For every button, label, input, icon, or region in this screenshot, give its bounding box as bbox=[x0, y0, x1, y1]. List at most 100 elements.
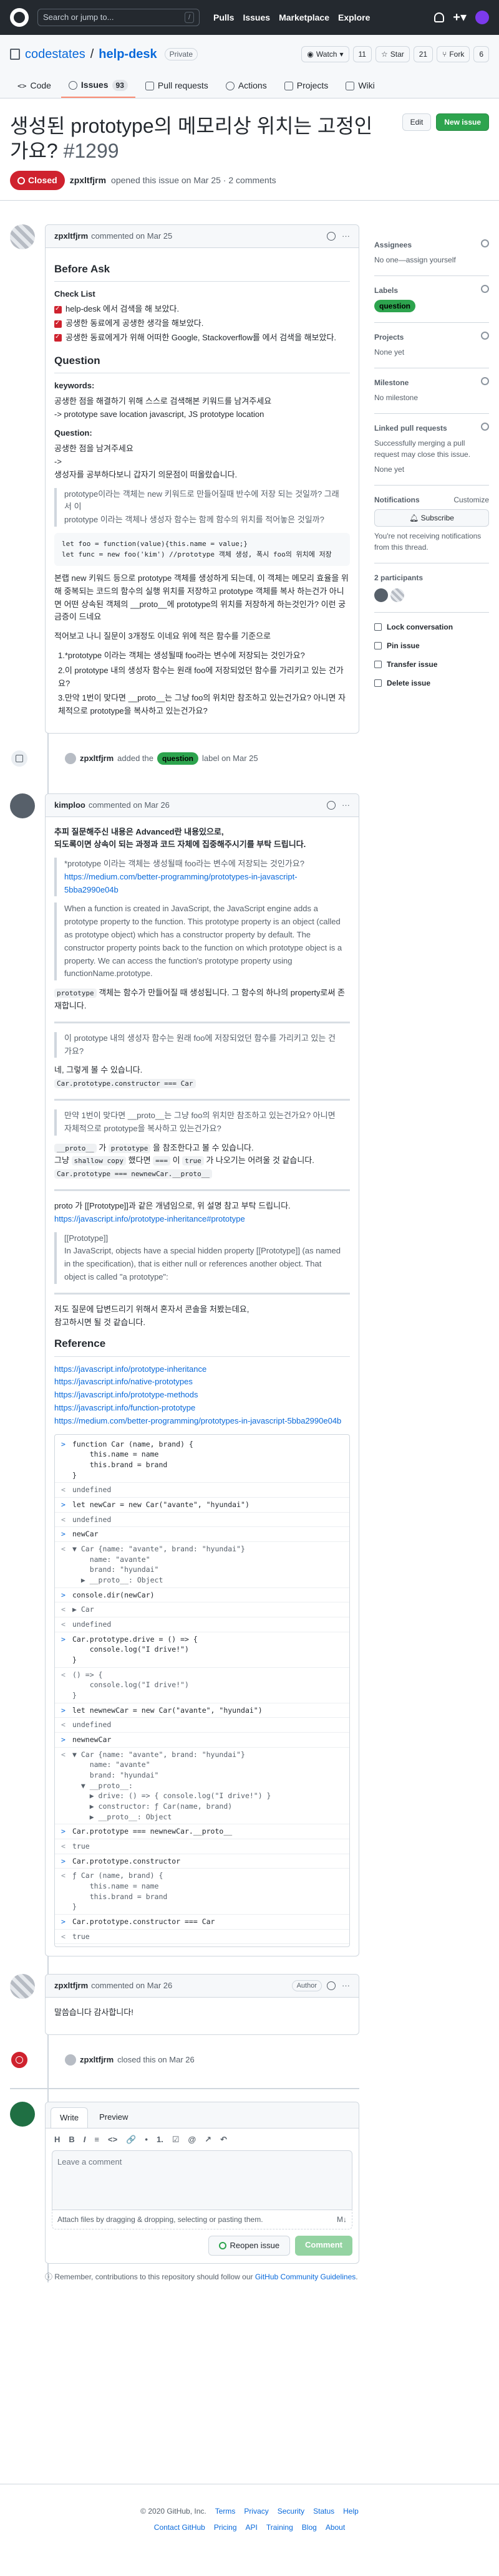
repo-owner-link[interactable]: codestates bbox=[25, 45, 85, 64]
github-logo-icon[interactable] bbox=[10, 8, 29, 27]
participant-avatar[interactable] bbox=[374, 588, 388, 602]
comment-date[interactable]: commented on Mar 25 bbox=[91, 230, 172, 242]
code-icon[interactable]: <> bbox=[108, 2133, 117, 2146]
comment-date[interactable]: commented on Mar 26 bbox=[89, 799, 170, 812]
sidebar-milestone[interactable]: Milestone No milestone bbox=[374, 368, 489, 414]
edit-button[interactable]: Edit bbox=[402, 113, 432, 131]
user-avatar[interactable] bbox=[475, 11, 489, 24]
comment-author[interactable]: kimploo bbox=[54, 799, 85, 812]
pin-issue[interactable]: Pin issue bbox=[374, 636, 489, 655]
footer-link-blog[interactable]: Blog bbox=[302, 2522, 317, 2533]
tab-actions[interactable]: Actions bbox=[218, 74, 274, 98]
footer-link-api[interactable]: API bbox=[246, 2522, 258, 2533]
watch-button[interactable]: ◉ Watch ▾ bbox=[301, 46, 349, 62]
quote-link[interactable]: https://medium.com/better-programming/pr… bbox=[64, 872, 298, 894]
bell-icon[interactable] bbox=[434, 12, 445, 22]
comment-author[interactable]: zpxltfjrm bbox=[54, 230, 88, 242]
comment-date[interactable]: commented on Mar 26 bbox=[91, 1980, 172, 1992]
footer-link-privacy[interactable]: Privacy bbox=[244, 2506, 268, 2517]
tab-preview[interactable]: Preview bbox=[90, 2107, 137, 2128]
customize-link[interactable]: Customize bbox=[453, 494, 489, 505]
transfer-issue[interactable]: Transfer issue bbox=[374, 655, 489, 674]
task-list-icon[interactable]: ☑ bbox=[172, 2133, 180, 2146]
footer-link-terms[interactable]: Terms bbox=[215, 2506, 236, 2517]
gear-icon[interactable] bbox=[481, 285, 489, 293]
star-button[interactable]: ☆ Star bbox=[375, 46, 410, 62]
markdown-icon[interactable]: M↓ bbox=[337, 2214, 347, 2225]
more-options-icon[interactable]: ··· bbox=[342, 230, 350, 242]
avatar[interactable] bbox=[10, 1974, 35, 1999]
emoji-reaction-icon[interactable] bbox=[327, 231, 336, 241]
reference-link[interactable]: https://medium.com/better-programming/pr… bbox=[54, 1416, 341, 1425]
reference-link[interactable]: https://javascript.info/function-prototy… bbox=[54, 1403, 195, 1412]
fork-button[interactable]: ⑂ Fork bbox=[437, 46, 470, 62]
emoji-reaction-icon[interactable] bbox=[327, 800, 336, 810]
plus-icon[interactable]: +▾ bbox=[453, 8, 467, 27]
avatar[interactable] bbox=[65, 753, 76, 764]
reference-link[interactable]: https://javascript.info/prototype-method… bbox=[54, 1390, 198, 1399]
avatar[interactable] bbox=[65, 2054, 76, 2066]
gear-icon[interactable] bbox=[481, 377, 489, 385]
tab-code[interactable]: <> Code bbox=[10, 74, 59, 98]
footer-link-pricing[interactable]: Pricing bbox=[214, 2522, 237, 2533]
gear-icon[interactable] bbox=[481, 423, 489, 431]
bold-icon[interactable]: B bbox=[69, 2133, 74, 2146]
footer-link-about[interactable]: About bbox=[326, 2522, 345, 2533]
nav-pulls[interactable]: Pulls bbox=[213, 11, 234, 24]
comment-textarea[interactable]: Leave a comment bbox=[52, 2150, 352, 2211]
watch-count[interactable]: 11 bbox=[352, 46, 372, 62]
tab-wiki[interactable]: Wiki bbox=[338, 74, 382, 98]
numbered-list-icon[interactable]: 1. bbox=[157, 2133, 163, 2146]
guidelines-link[interactable]: GitHub Community Guidelines bbox=[255, 2272, 356, 2281]
avatar[interactable] bbox=[10, 793, 35, 818]
tab-write[interactable]: Write bbox=[51, 2107, 89, 2128]
new-issue-button[interactable]: New issue bbox=[436, 113, 489, 131]
footer-link-contact[interactable]: Contact GitHub bbox=[154, 2522, 205, 2533]
lock-conversation[interactable]: Lock conversation bbox=[374, 618, 489, 636]
bullet-list-icon[interactable]: • bbox=[145, 2133, 148, 2146]
reopen-issue-button[interactable]: Reopen issue bbox=[208, 2236, 291, 2256]
mention-icon[interactable]: @ bbox=[188, 2133, 196, 2146]
participant-avatar[interactable] bbox=[390, 588, 404, 602]
footer-link-status[interactable]: Status bbox=[313, 2506, 334, 2517]
sidebar-assignees[interactable]: Assignees No one—assign yourself bbox=[374, 231, 489, 276]
tab-issues[interactable]: Issues 93 bbox=[61, 74, 135, 98]
reference-link[interactable]: https://javascript.info/prototype-inheri… bbox=[54, 1364, 206, 1374]
search-input[interactable]: Search or jump to... / bbox=[37, 9, 200, 26]
fork-count[interactable]: 6 bbox=[473, 46, 489, 62]
avatar[interactable] bbox=[10, 224, 35, 249]
reference-icon[interactable]: ↗ bbox=[205, 2133, 211, 2146]
reference-link[interactable]: https://javascript.info/native-prototype… bbox=[54, 1377, 193, 1386]
link-icon[interactable]: 🔗 bbox=[126, 2133, 136, 2146]
assignees-value[interactable]: No one—assign yourself bbox=[374, 254, 489, 266]
footer-link-training[interactable]: Training bbox=[266, 2522, 293, 2533]
comment-button[interactable]: Comment bbox=[295, 2236, 352, 2256]
footer-link-help[interactable]: Help bbox=[343, 2506, 359, 2517]
quote-icon[interactable]: ≡ bbox=[94, 2133, 99, 2146]
more-options-icon[interactable]: ··· bbox=[342, 1980, 350, 1992]
emoji-reaction-icon[interactable] bbox=[327, 1981, 336, 1991]
footer-link-security[interactable]: Security bbox=[278, 2506, 304, 2517]
gear-icon[interactable] bbox=[481, 239, 489, 247]
subscribe-button[interactable]: 🔔︎ Subscribe bbox=[374, 509, 489, 527]
reply-icon[interactable]: ↶ bbox=[220, 2133, 227, 2146]
event-actor[interactable]: zpxltfjrm bbox=[80, 2054, 114, 2066]
delete-issue[interactable]: Delete issue bbox=[374, 674, 489, 692]
label-question[interactable]: question bbox=[374, 300, 415, 312]
nav-issues[interactable]: Issues bbox=[243, 11, 270, 24]
italic-icon[interactable]: I bbox=[84, 2133, 86, 2146]
more-options-icon[interactable]: ··· bbox=[342, 799, 350, 812]
tab-projects[interactable]: Projects bbox=[277, 74, 336, 98]
sidebar-labels[interactable]: Labels question bbox=[374, 276, 489, 323]
sidebar-projects[interactable]: Projects None yet bbox=[374, 323, 489, 368]
repo-name-link[interactable]: help-desk bbox=[99, 45, 157, 64]
nav-explore[interactable]: Explore bbox=[338, 11, 370, 24]
reference-link[interactable]: https://javascript.info/prototype-inheri… bbox=[54, 1214, 245, 1223]
issue-author[interactable]: zpxltfjrm bbox=[70, 174, 106, 187]
tab-pull-requests[interactable]: Pull requests bbox=[138, 74, 216, 98]
nav-marketplace[interactable]: Marketplace bbox=[279, 11, 329, 24]
heading-icon[interactable]: H bbox=[54, 2133, 60, 2146]
star-count[interactable]: 21 bbox=[413, 46, 434, 62]
label-question[interactable]: question bbox=[157, 752, 199, 765]
comment-author[interactable]: zpxltfjrm bbox=[54, 1980, 88, 1992]
